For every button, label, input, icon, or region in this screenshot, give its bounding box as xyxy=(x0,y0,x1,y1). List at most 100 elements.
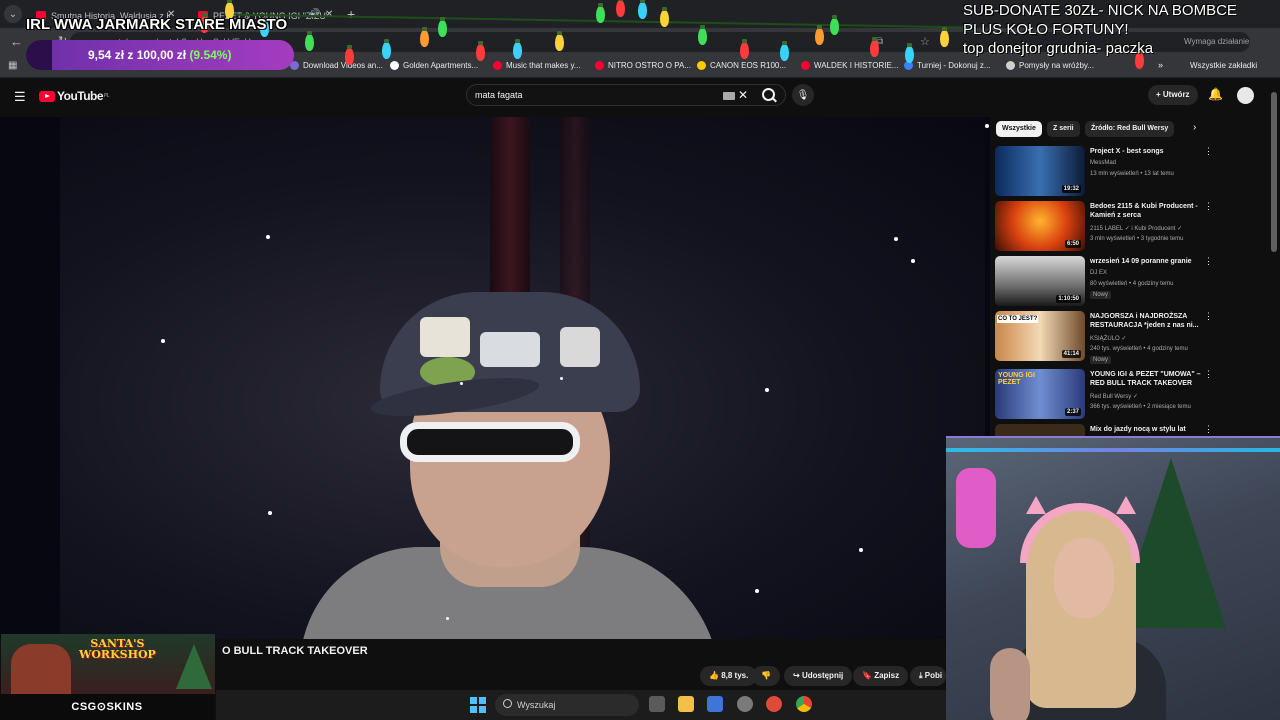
snowflake xyxy=(755,589,759,593)
rec-title[interactable]: Project X - best songs xyxy=(1090,147,1202,156)
bookmark-item[interactable]: Golden Apartments... xyxy=(390,61,478,70)
create-button[interactable]: + Utwórz xyxy=(1148,85,1198,105)
more-options-icon[interactable]: ⋮ xyxy=(1204,369,1213,380)
save-button[interactable]: 🔖 Zapisz xyxy=(853,666,909,686)
sponsor-banner: SANTA'S WORKSHOP xyxy=(1,634,215,694)
youtube-favicon-icon xyxy=(801,61,810,70)
dislike-button[interactable]: 👎 xyxy=(752,666,780,686)
page-scrollbar[interactable] xyxy=(1271,92,1277,252)
more-options-icon[interactable]: ⋮ xyxy=(1204,424,1213,435)
search-icon[interactable] xyxy=(762,88,775,101)
rec-title[interactable]: YOUNG IGI & PEZET "UMOWA" – RED BULL TRA… xyxy=(1090,370,1202,388)
windows-start-icon[interactable] xyxy=(470,697,486,713)
more-options-icon[interactable]: ⋮ xyxy=(1204,311,1213,322)
share-button[interactable]: ↪ Udostępnij xyxy=(784,666,853,686)
speaker-icon[interactable]: 🔊 xyxy=(309,8,320,19)
bookmark-label: Turniej - Dokonuj z... xyxy=(917,61,991,70)
sponsor-character xyxy=(11,644,71,694)
bookmark-item[interactable]: Pomysły na wróżby... xyxy=(1006,61,1094,70)
duration-badge: 6:50 xyxy=(1064,240,1081,248)
bookmark-item[interactable]: Download Videos an... xyxy=(290,61,383,70)
snowflake xyxy=(268,511,272,515)
rec-channel[interactable]: Red Bull Wersy ✓ xyxy=(1090,393,1138,400)
settings-gear-icon[interactable] xyxy=(737,696,753,712)
video-thumbnail[interactable]: CO TO JEST? 41:14 xyxy=(995,311,1085,361)
clear-search-icon[interactable]: ✕ xyxy=(738,88,748,102)
download-button[interactable]: ⤓ Pobi xyxy=(910,666,946,686)
back-arrow-icon[interactable]: ← xyxy=(10,34,23,49)
light-bulb xyxy=(780,41,789,61)
more-bookmarks-icon[interactable]: » xyxy=(1158,60,1163,70)
bookmark-favicon-icon xyxy=(1006,61,1015,70)
rec-title[interactable]: Mix do jazdy nocą w stylu lat xyxy=(1090,425,1202,434)
video-thumbnail[interactable] xyxy=(995,424,1085,436)
menu-icon[interactable]: ☰ xyxy=(14,89,26,105)
chip-all[interactable]: Wszystkie xyxy=(996,121,1042,137)
youtube-header: ☰ YouTube PL mata fagata ✕ 🎙 + Utwórz 🔔 xyxy=(0,78,1280,114)
like-count: 8,8 tys. xyxy=(721,671,749,680)
youtube-favicon-icon xyxy=(493,61,502,70)
light-bulb xyxy=(638,0,647,19)
recommendation-item[interactable]: 19:32 Project X - best songs MessMad 13 … xyxy=(995,146,1265,200)
goal-target: 100,00 zł xyxy=(136,48,187,62)
folder-label: Wszystkie zakładki xyxy=(1190,61,1258,70)
rec-channel[interactable]: MessMad xyxy=(1090,160,1116,166)
recommendation-item[interactable]: Mix do jazdy nocą w stylu lat ⋮ xyxy=(995,424,1265,436)
tab-search-icon[interactable]: ⌄ xyxy=(4,5,22,23)
goal-percent: (9.54%) xyxy=(189,48,232,62)
bookmark-item[interactable]: Turniej - Dokonuj z... xyxy=(904,61,991,70)
goal-current: 9,54 zł xyxy=(88,48,125,62)
recommendation-item[interactable]: 6:50 Bedoes 2115 & Kubi Producent - Kami… xyxy=(995,201,1265,255)
more-options-icon[interactable]: ⋮ xyxy=(1204,146,1213,157)
chip-source[interactable]: Źródło: Red Bull Wersy xyxy=(1085,121,1175,137)
rec-channel[interactable]: DJ EX xyxy=(1090,270,1107,276)
file-explorer-icon[interactable] xyxy=(678,696,694,712)
chip-series[interactable]: Z serii xyxy=(1047,121,1080,137)
microphone-icon[interactable]: 🎙 xyxy=(792,84,814,106)
bookmark-item[interactable]: CANON EOS R100... xyxy=(697,61,786,70)
more-options-icon[interactable]: ⋮ xyxy=(1204,201,1213,212)
bookmark-item[interactable]: WALDEK I HISTORIE... xyxy=(801,61,898,70)
apps-grid-icon[interactable]: ▦ xyxy=(8,60,17,71)
rec-channel[interactable]: 2115 LABEL ✓ i Kubi Producent ✓ xyxy=(1090,225,1182,232)
video-thumbnail[interactable]: YOUNG IGI PEZET 2:37 xyxy=(995,369,1085,419)
snowflake xyxy=(765,388,769,392)
taskbar-search-input[interactable]: Wyszukaj xyxy=(495,694,639,716)
video-thumbnail[interactable]: 1:10:50 xyxy=(995,256,1085,306)
notifications-bell-icon[interactable]: 🔔 xyxy=(1208,87,1223,101)
video-player[interactable] xyxy=(0,117,990,639)
bookmark-label: Pomysły na wróżby... xyxy=(1019,61,1094,70)
keyboard-icon[interactable] xyxy=(723,92,735,100)
recommendation-item[interactable]: YOUNG IGI PEZET 2:37 YOUNG IGI & PEZET "… xyxy=(995,369,1265,423)
search-icon xyxy=(503,699,512,708)
video-thumbnail[interactable]: 6:50 xyxy=(995,201,1085,251)
stream-title: IRL WWA JARMARK STARE MIASTO xyxy=(26,16,288,33)
app-icon[interactable] xyxy=(766,696,782,712)
snowflake xyxy=(894,237,898,241)
donation-info: SUB-DONATE 30ZŁ- NICK NA BOMBCE PLUS KOŁ… xyxy=(963,1,1237,58)
store-icon[interactable] xyxy=(707,696,723,712)
webcam-feed xyxy=(946,436,1280,720)
logo-text: YouTube xyxy=(57,89,104,103)
chips-next-icon[interactable]: › xyxy=(1193,122,1196,133)
video-thumbnail[interactable]: 19:32 xyxy=(995,146,1085,196)
like-button[interactable]: 👍 8,8 tys. xyxy=(700,666,758,686)
bookmark-item[interactable]: NITRO OSTRO O PA... xyxy=(595,61,691,70)
bookmark-item[interactable]: Music that makes y... xyxy=(493,61,581,70)
rec-channel[interactable]: KSIĄŻULO ✓ xyxy=(1090,335,1126,342)
chrome-icon[interactable] xyxy=(796,696,812,712)
youtube-logo[interactable]: YouTube PL xyxy=(39,89,110,103)
more-options-icon[interactable]: ⋮ xyxy=(1204,256,1213,267)
recommendation-item[interactable]: 1:10:50 wrzesień 14 09 poranne granie DJ… xyxy=(995,256,1265,310)
recommendation-item[interactable]: CO TO JEST? 41:14 NAJGORSZA i NAJDROŻSZA… xyxy=(995,311,1265,365)
account-avatar[interactable] xyxy=(1237,87,1254,104)
rec-title[interactable]: wrzesień 14 09 poranne granie xyxy=(1090,257,1202,266)
donation-line: SUB-DONATE 30ZŁ- NICK NA BOMBCE xyxy=(963,2,1237,19)
task-view-icon[interactable] xyxy=(649,696,665,712)
new-badge: Nowy xyxy=(1090,356,1112,364)
rec-title[interactable]: NAJGORSZA i NAJDROŻSZA RESTAURACJA *jede… xyxy=(1090,312,1202,330)
all-bookmarks-folder[interactable]: Wszystkie zakładki xyxy=(1190,61,1257,70)
bookmark-star-icon[interactable]: ☆ xyxy=(920,35,930,48)
rec-title[interactable]: Bedoes 2115 & Kubi Producent - Kamień z … xyxy=(1090,202,1202,220)
new-tab-button[interactable]: + xyxy=(347,6,355,22)
